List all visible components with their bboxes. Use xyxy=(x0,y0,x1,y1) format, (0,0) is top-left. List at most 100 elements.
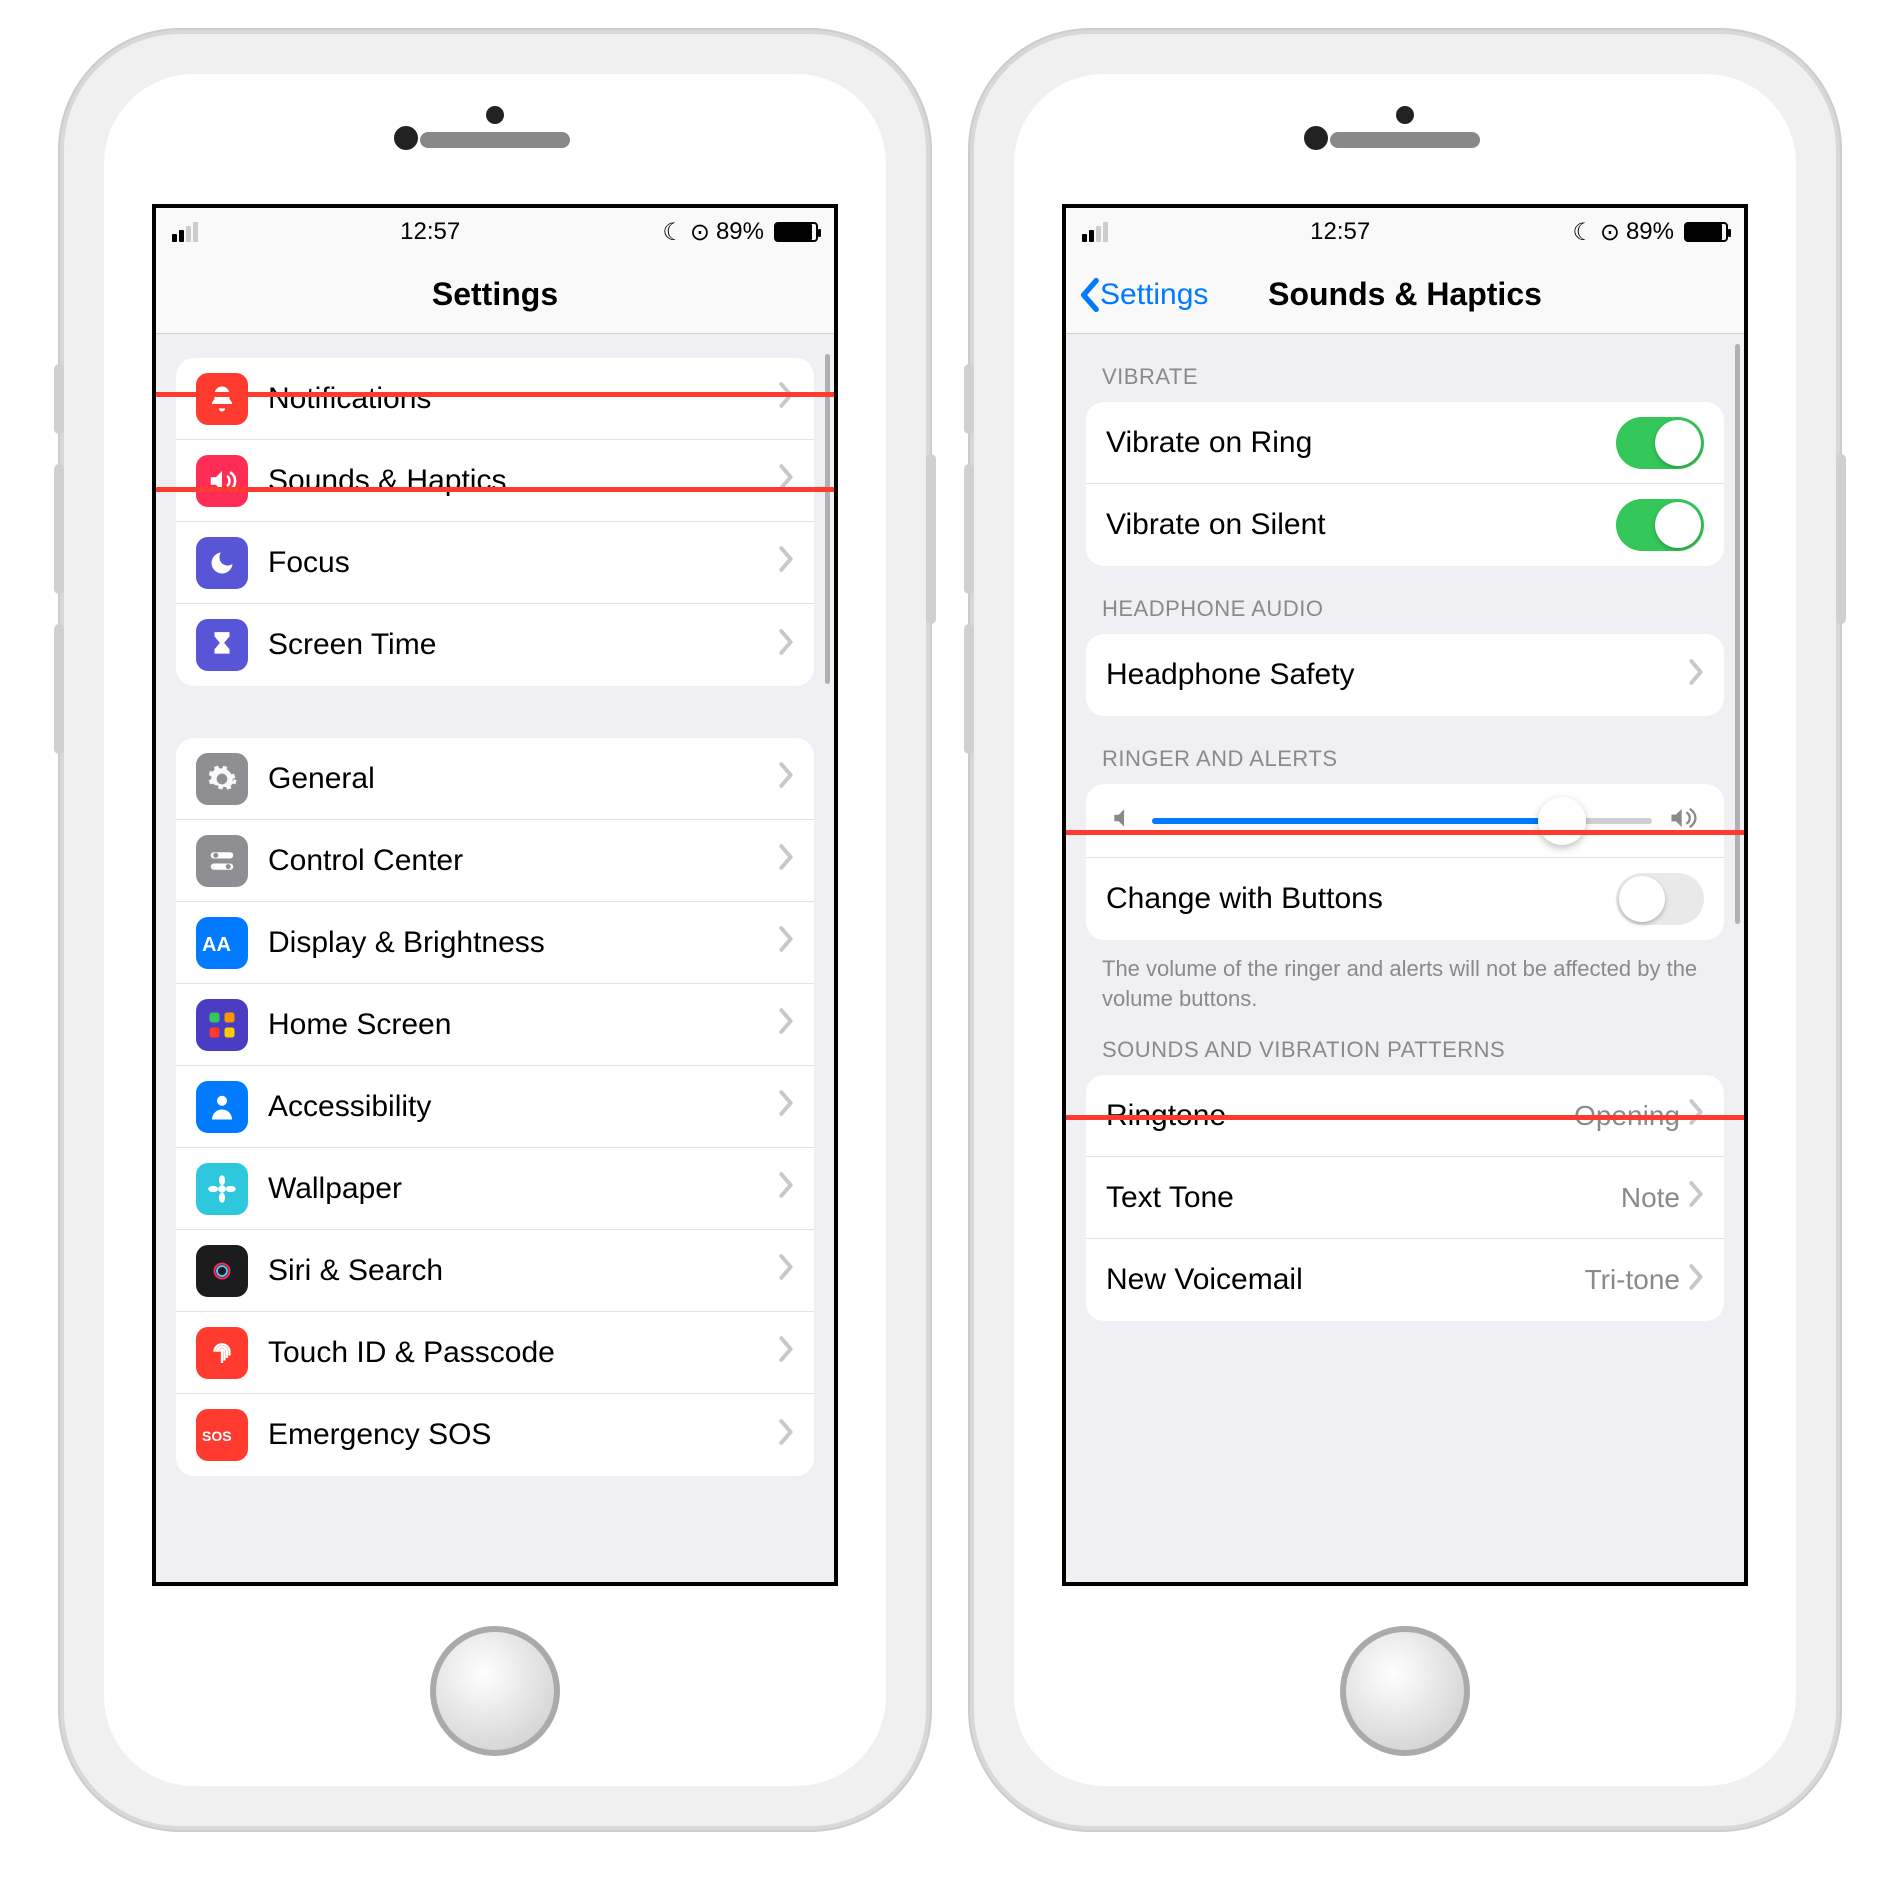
screen-sounds-haptics: 12:57 ☾ ⊙ 89% Settings Sounds & Haptics … xyxy=(1062,204,1748,1586)
chevron-right-icon xyxy=(778,1006,794,1043)
row-label: Ringtone xyxy=(1106,1099,1574,1133)
settings-row-focus[interactable]: Focus xyxy=(176,522,814,604)
back-button[interactable]: Settings xyxy=(1078,277,1208,313)
sos-icon: SOS xyxy=(196,1409,248,1461)
volume-low-icon xyxy=(1110,805,1136,836)
row-label: Focus xyxy=(268,546,778,580)
signal-icon xyxy=(1082,222,1108,242)
settings-row-display-brightness[interactable]: AADisplay & Brightness xyxy=(176,902,814,984)
earpiece-speaker xyxy=(420,132,570,148)
group-notifications: Notifications Sounds & Haptics Focus Screen… xyxy=(176,358,814,686)
battery-pct: 89% xyxy=(1626,218,1674,246)
row-label: Text Tone xyxy=(1106,1181,1621,1215)
row-ringtone[interactable]: RingtoneOpening xyxy=(1086,1075,1724,1157)
siri-icon xyxy=(196,1245,248,1297)
chevron-right-icon xyxy=(778,462,794,499)
volume-slider[interactable] xyxy=(1152,818,1652,824)
group-vibrate: Vibrate on Ring Vibrate on Silent xyxy=(1086,402,1724,566)
chevron-right-icon xyxy=(778,842,794,879)
row-label: Emergency SOS xyxy=(268,1418,778,1452)
status-bar: 12:57 ☾ ⊙ 89% xyxy=(1066,208,1744,256)
settings-row-sounds-haptics[interactable]: Sounds & Haptics xyxy=(176,440,814,522)
row-label: Wallpaper xyxy=(268,1172,778,1206)
group-patterns: RingtoneOpeningText ToneNoteNew Voicemai… xyxy=(1086,1075,1724,1321)
scroll-indicator[interactable] xyxy=(825,354,830,684)
slider-knob[interactable] xyxy=(1538,797,1586,845)
label: Vibrate on Ring xyxy=(1106,426,1616,460)
volume-down-button xyxy=(54,624,64,754)
home-button[interactable] xyxy=(430,1626,560,1756)
settings-row-general[interactable]: General xyxy=(176,738,814,820)
toggle-change-with-buttons[interactable] xyxy=(1616,873,1704,925)
volume-up-button xyxy=(964,464,974,594)
settings-row-notifications[interactable]: Notifications xyxy=(176,358,814,440)
chevron-right-icon xyxy=(778,1417,794,1454)
svg-text:SOS: SOS xyxy=(202,1428,232,1444)
grid-icon xyxy=(196,999,248,1051)
sounds-haptics-list[interactable]: VIBRATE Vibrate on Ring Vibrate on Silen… xyxy=(1066,334,1744,1582)
row-vibrate-on-ring[interactable]: Vibrate on Ring xyxy=(1086,402,1724,484)
toggle-vibrate-silent[interactable] xyxy=(1616,499,1704,551)
row-value: Tri-tone xyxy=(1585,1264,1680,1296)
front-camera xyxy=(394,126,418,150)
hourglass-icon xyxy=(196,619,248,671)
navbar: Settings Sounds & Haptics xyxy=(1066,256,1744,334)
header-patterns: SOUNDS AND VIBRATION PATTERNS xyxy=(1066,1019,1744,1075)
scroll-indicator[interactable] xyxy=(1735,344,1740,924)
row-change-with-buttons[interactable]: Change with Buttons xyxy=(1086,858,1724,940)
switches-icon xyxy=(196,835,248,887)
row-label: Notifications xyxy=(268,382,778,416)
battery-icon xyxy=(1684,222,1728,242)
row-label: New Voicemail xyxy=(1106,1263,1585,1297)
header-ringer: RINGER AND ALERTS xyxy=(1066,716,1744,784)
row-headphone-safety[interactable]: Headphone Safety xyxy=(1086,634,1724,716)
label: Vibrate on Silent xyxy=(1106,508,1616,542)
settings-row-control-center[interactable]: Control Center xyxy=(176,820,814,902)
settings-row-touch-id-passcode[interactable]: Touch ID & Passcode xyxy=(176,1312,814,1394)
row-vibrate-on-silent[interactable]: Vibrate on Silent xyxy=(1086,484,1724,566)
home-button[interactable] xyxy=(1340,1626,1470,1756)
back-label: Settings xyxy=(1100,278,1208,312)
battery-pct: 89% xyxy=(716,218,764,246)
volume-up-button xyxy=(54,464,64,594)
navbar: Settings xyxy=(156,256,834,334)
chevron-right-icon xyxy=(778,627,794,664)
row-label: Touch ID & Passcode xyxy=(268,1336,778,1370)
chevron-right-icon xyxy=(778,1252,794,1289)
page-title: Sounds & Haptics xyxy=(1268,276,1542,313)
row-label: General xyxy=(268,762,778,796)
earpiece-speaker xyxy=(1330,132,1480,148)
group-general: General Control CenterAADisplay & Brightn… xyxy=(176,738,814,1476)
settings-row-screen-time[interactable]: Screen Time xyxy=(176,604,814,686)
settings-row-accessibility[interactable]: Accessibility xyxy=(176,1066,814,1148)
toggle-vibrate-ring[interactable] xyxy=(1616,417,1704,469)
row-ringer-volume-slider[interactable] xyxy=(1086,784,1724,858)
row-value: Note xyxy=(1621,1182,1680,1214)
status-time: 12:57 xyxy=(1310,218,1370,246)
settings-row-emergency-sos[interactable]: SOS Emergency SOS xyxy=(176,1394,814,1476)
settings-row-wallpaper[interactable]: Wallpaper xyxy=(176,1148,814,1230)
chevron-right-icon xyxy=(778,544,794,581)
chevron-right-icon xyxy=(1688,1179,1704,1216)
dnd-moon-icon: ☾ xyxy=(662,218,684,247)
group-ringer: Change with Buttons xyxy=(1086,784,1724,940)
label: Change with Buttons xyxy=(1106,882,1616,916)
header-headphone: HEADPHONE AUDIO xyxy=(1066,566,1744,634)
chevron-right-icon xyxy=(778,924,794,961)
row-label: Screen Time xyxy=(268,628,778,662)
settings-row-home-screen[interactable]: Home Screen xyxy=(176,984,814,1066)
rotation-lock-icon: ⊙ xyxy=(690,218,710,247)
camera-dot xyxy=(1396,106,1414,124)
settings-list[interactable]: Notifications Sounds & Haptics Focus Screen… xyxy=(156,334,834,1582)
front-camera xyxy=(1304,126,1328,150)
rotation-lock-icon: ⊙ xyxy=(1600,218,1620,247)
bell-icon xyxy=(196,373,248,425)
svg-text:AA: AA xyxy=(202,934,231,956)
gear-icon xyxy=(196,753,248,805)
settings-row-siri-search[interactable]: Siri & Search xyxy=(176,1230,814,1312)
mute-switch xyxy=(54,364,64,434)
chevron-right-icon xyxy=(778,1170,794,1207)
chevron-right-icon xyxy=(778,380,794,417)
row-text-tone[interactable]: Text ToneNote xyxy=(1086,1157,1724,1239)
row-new-voicemail[interactable]: New VoicemailTri-tone xyxy=(1086,1239,1724,1321)
